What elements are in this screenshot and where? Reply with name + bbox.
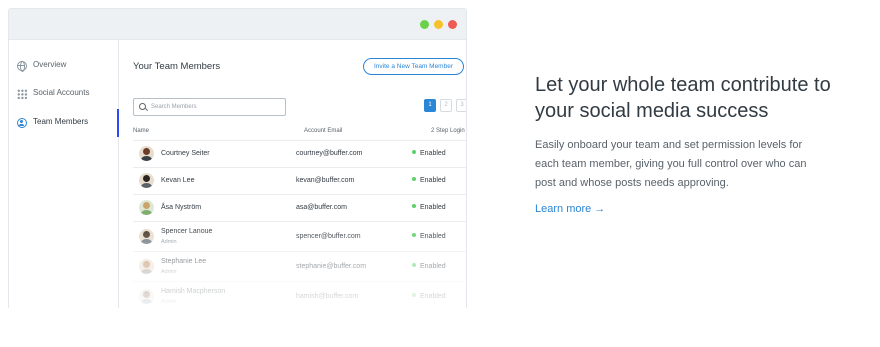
two-step-status: Enabled (412, 204, 446, 211)
member-name: Kevan Lee (161, 177, 195, 184)
sidebar-item-label: Team Members (33, 117, 89, 126)
avatar (139, 229, 154, 244)
enabled-dot-icon (412, 177, 416, 181)
enabled-dot-icon (412, 293, 416, 297)
two-step-status: Enabled (412, 233, 446, 240)
member-email: spencer@buffer.com (296, 233, 361, 240)
member-name: Spencer Lanoue (161, 228, 213, 235)
sidebar-item-overview[interactable]: Overview (9, 52, 119, 80)
sidebar-item-label: Overview (33, 60, 67, 69)
table-row[interactable]: Courtney Seiter courtney@buffer.com Enab… (133, 140, 466, 167)
enabled-dot-icon (412, 204, 416, 208)
sidebar-item-team-members[interactable]: Team Members (9, 109, 119, 137)
table-row[interactable]: Åsa Nyström asa@buffer.com Enabled (133, 194, 466, 221)
search-input[interactable]: Search Members (133, 98, 286, 116)
search-icon (139, 103, 146, 110)
minimize-dot-icon[interactable] (434, 20, 443, 29)
member-role: Admin (161, 299, 177, 305)
two-step-status-label: Enabled (420, 293, 446, 300)
member-role: Admin (161, 269, 177, 275)
two-step-status: Enabled (412, 263, 446, 270)
enabled-dot-icon (412, 150, 416, 154)
sidebar-item-social-accounts[interactable]: Social Accounts (9, 80, 119, 108)
avatar (139, 200, 154, 215)
member-name: Hamish Macpherson (161, 288, 226, 295)
enabled-dot-icon (412, 233, 416, 237)
member-role: Admin (161, 239, 177, 245)
team-members-panel: Your Team Members Invite a New Team Memb… (120, 40, 466, 308)
grid-icon (17, 89, 27, 99)
table-row[interactable]: Stephanie Lee Admin stephanie@buffer.com… (133, 251, 466, 281)
member-email: asa@buffer.com (296, 204, 347, 211)
pagination-page-1[interactable]: 1 (424, 99, 436, 112)
column-header-2-step-login: 2 Step Login (431, 128, 465, 134)
invite-team-member-button[interactable]: Invite a New Team Member (363, 58, 464, 75)
two-step-status-label: Enabled (420, 204, 446, 211)
member-email: stephanie@buffer.com (296, 263, 367, 270)
avatar (139, 173, 154, 188)
table-row[interactable]: Kevan Lee kevan@buffer.com Enabled (133, 167, 466, 194)
learn-more-link[interactable]: Learn more → (535, 203, 605, 215)
avatar (139, 289, 154, 304)
table-row[interactable]: Hamish Macpherson Admin hamish@buffer.co… (133, 281, 466, 308)
window-titlebar (9, 9, 466, 40)
enabled-dot-icon (412, 263, 416, 267)
user-icon (17, 118, 27, 128)
app-window-preview: Overview Social Accounts Team Members Yo… (8, 8, 467, 308)
pagination-page-2[interactable]: 2 (440, 99, 452, 112)
member-email: kevan@buffer.com (296, 177, 355, 184)
member-email: courtney@buffer.com (296, 150, 363, 157)
two-step-status: Enabled (412, 150, 446, 157)
sidebar: Overview Social Accounts Team Members (9, 40, 119, 308)
table-row[interactable]: Spencer Lanoue Admin spencer@buffer.com … (133, 221, 466, 251)
two-step-status: Enabled (412, 177, 446, 184)
sidebar-item-label: Social Accounts (33, 88, 90, 97)
member-email: hamish@buffer.com (296, 293, 359, 300)
member-name: Courtney Seiter (161, 150, 210, 157)
member-name: Åsa Nyström (161, 204, 202, 211)
member-name: Stephanie Lee (161, 258, 207, 265)
avatar (139, 259, 154, 274)
maximize-dot-icon[interactable] (420, 20, 429, 29)
two-step-status-label: Enabled (420, 263, 446, 270)
column-header-email: Account Email (304, 128, 343, 134)
avatar (139, 146, 154, 161)
pagination-page-3[interactable]: 3 (456, 99, 466, 112)
two-step-status: Enabled (412, 293, 446, 300)
feature-description: Easily onboard your team and set permiss… (535, 139, 807, 189)
close-dot-icon[interactable] (448, 20, 457, 29)
two-step-status-label: Enabled (420, 233, 446, 240)
feature-headline: Let your whole team contribute to your s… (535, 74, 831, 122)
globe-icon (17, 61, 27, 72)
two-step-status-label: Enabled (420, 150, 446, 157)
column-header-name: Name (133, 128, 150, 134)
page-title: Your Team Members (133, 61, 221, 72)
search-placeholder: Search Members (151, 103, 197, 110)
two-step-status-label: Enabled (420, 177, 446, 184)
